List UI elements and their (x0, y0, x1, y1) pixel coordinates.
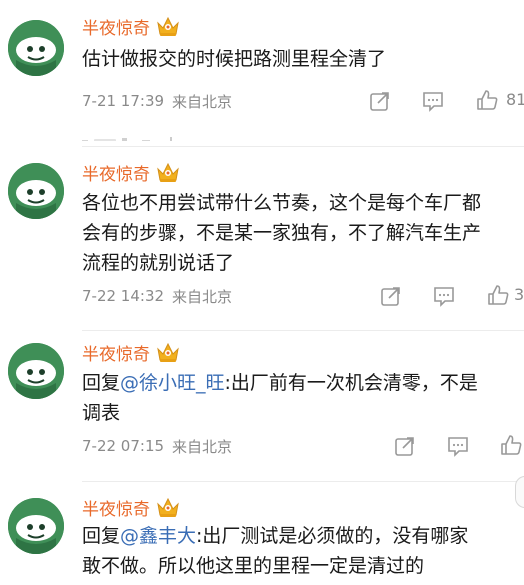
comment-text-line: 回复@鑫丰大:出厂测试是必须做的，没有哪家 (82, 521, 524, 551)
repost-icon[interactable] (380, 285, 402, 307)
comment-source: 来自北京 (172, 437, 233, 456)
thumbs-up-icon[interactable] (500, 434, 522, 456)
comment-source: 来自北京 (172, 287, 233, 306)
username[interactable]: 半夜惊奇 (82, 495, 150, 520)
comment-feed: 半夜惊奇 估计做报交的时候把路测里程全清了 7-21 17:39 来自北京 81… (0, 0, 524, 585)
reply-prefix: 回复 (82, 525, 121, 547)
comment-icon[interactable] (422, 90, 444, 112)
comment-item: 半夜惊奇 回复@鑫丰大:出厂测试是必须做的，没有哪家 敢不做。所以他这里的里程一… (0, 482, 524, 585)
avatar[interactable] (8, 163, 64, 219)
username[interactable]: 半夜惊奇 (82, 340, 150, 365)
comment-text-line: 调表 (82, 402, 121, 424)
comment-item: 半夜惊奇 回复@徐小旺_旺:出厂前有一次机会清零，不是 调表 7-22 07:1… (0, 330, 524, 480)
reply-text: :出厂前有一次机会清零，不是 (224, 372, 478, 394)
comment-text: 估计做报交的时候把路测里程全清了 (82, 48, 387, 70)
divider (82, 146, 524, 147)
comment-item: 半夜惊奇 各位也不用尝试带什么节奏，这个是每个车厂都 会有的步骤，不是某一家独有… (0, 150, 524, 330)
comment-time: 7-22 07:15 (82, 437, 165, 455)
avatar-image (8, 498, 64, 554)
thumbs-up-icon[interactable] (476, 89, 498, 111)
avatar-image (8, 343, 64, 399)
thumbs-up-icon[interactable] (487, 284, 509, 306)
collapsed-reply-peek (82, 131, 192, 141)
reply-text: :出厂测试是必须做的，没有哪家 (196, 525, 469, 547)
mention-link[interactable]: @鑫丰大 (120, 525, 196, 547)
username[interactable]: 半夜惊奇 (82, 160, 150, 185)
crown-badge-icon (157, 497, 179, 517)
reply-prefix: 回复 (82, 372, 121, 394)
comment-text-line: 流程的就别说话了 (82, 252, 235, 274)
comment-source: 来自北京 (172, 92, 233, 111)
crown-badge-icon (157, 16, 179, 36)
comment-text-line: 敢不做。所以他这里的里程一定是清过的 (82, 555, 425, 577)
like-count: 81 (506, 90, 524, 109)
crown-badge-icon (157, 342, 179, 362)
repost-icon[interactable] (369, 90, 391, 112)
avatar[interactable] (8, 343, 64, 399)
comment-icon[interactable] (447, 435, 469, 457)
comment-text-line: 会有的步骤，不是某一家独有，不了解汽车生产 (82, 222, 482, 244)
avatar[interactable] (8, 20, 64, 76)
avatar-image (8, 20, 64, 76)
avatar-image (8, 163, 64, 219)
comment-text-line: 各位也不用尝试带什么节奏，这个是每个车厂都 (82, 192, 482, 214)
comment-time: 7-22 14:32 (82, 287, 165, 305)
floating-edge-button[interactable] (515, 476, 524, 508)
repost-icon[interactable] (394, 435, 416, 457)
avatar[interactable] (8, 498, 64, 554)
like-count: 3 (514, 285, 524, 304)
comment-item: 半夜惊奇 估计做报交的时候把路测里程全清了 7-21 17:39 来自北京 81 (0, 0, 524, 150)
crown-badge-icon (157, 162, 179, 182)
comment-icon[interactable] (433, 285, 455, 307)
comment-time: 7-21 17:39 (82, 92, 165, 110)
username[interactable]: 半夜惊奇 (82, 14, 150, 39)
comment-text-line: 回复@徐小旺_旺:出厂前有一次机会清零，不是 (82, 368, 524, 398)
mention-link[interactable]: @徐小旺_旺 (120, 372, 225, 394)
